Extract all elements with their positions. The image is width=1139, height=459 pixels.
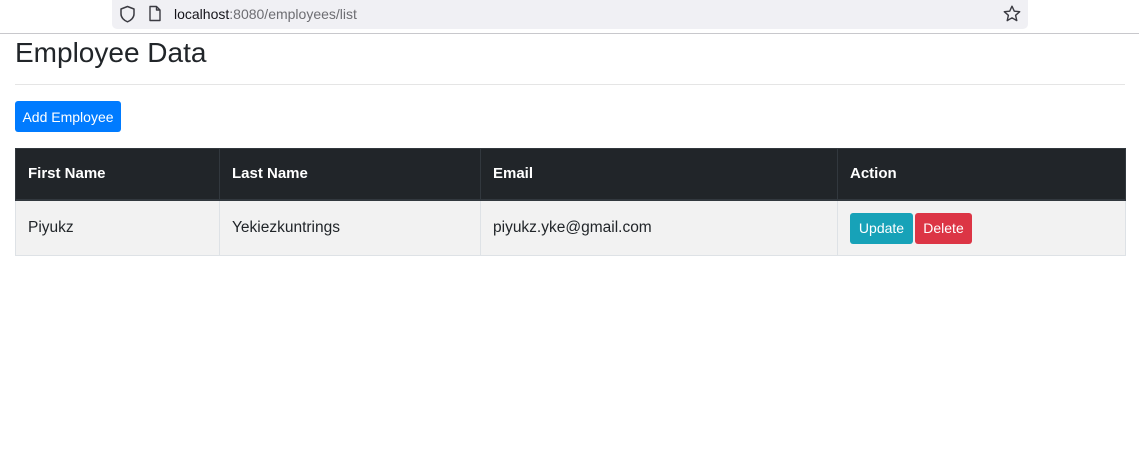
delete-button[interactable]: Delete [915, 213, 972, 245]
cell-email: piyukz.yke@gmail.com [480, 199, 838, 256]
url-host: localhost [174, 6, 230, 22]
url-path: :8080/employees/list [229, 6, 357, 22]
page-title: Employee Data [15, 37, 207, 68]
bookmark-star-icon[interactable] [1002, 4, 1022, 24]
header-last-name: Last Name [219, 148, 481, 201]
table-header-row: First Name Last Name Email Action [15, 148, 1126, 201]
browser-toolbar: localhost:8080/employees/list [0, 0, 1139, 34]
cell-first-name: Piyukz [15, 199, 220, 256]
employee-table: First Name Last Name Email Action Piyukz… [15, 148, 1126, 256]
header-first-name: First Name [15, 148, 220, 201]
add-employee-button[interactable]: Add Employee [15, 101, 121, 132]
cell-actions: Update Delete [837, 199, 1126, 256]
header-email: Email [480, 148, 838, 201]
header-action: Action [837, 148, 1126, 201]
shield-icon[interactable] [119, 5, 136, 23]
cell-last-name: Yekiezkuntrings [219, 199, 481, 256]
divider [15, 84, 1125, 85]
update-button[interactable]: Update [850, 213, 913, 245]
employee-table-container: First Name Last Name Email Action Piyukz… [15, 148, 1126, 256]
table-row: Piyukz Yekiezkuntrings piyukz.yke@gmail.… [15, 199, 1126, 256]
page-icon [149, 5, 161, 22]
url-text[interactable]: localhost:8080/employees/list [174, 6, 357, 22]
